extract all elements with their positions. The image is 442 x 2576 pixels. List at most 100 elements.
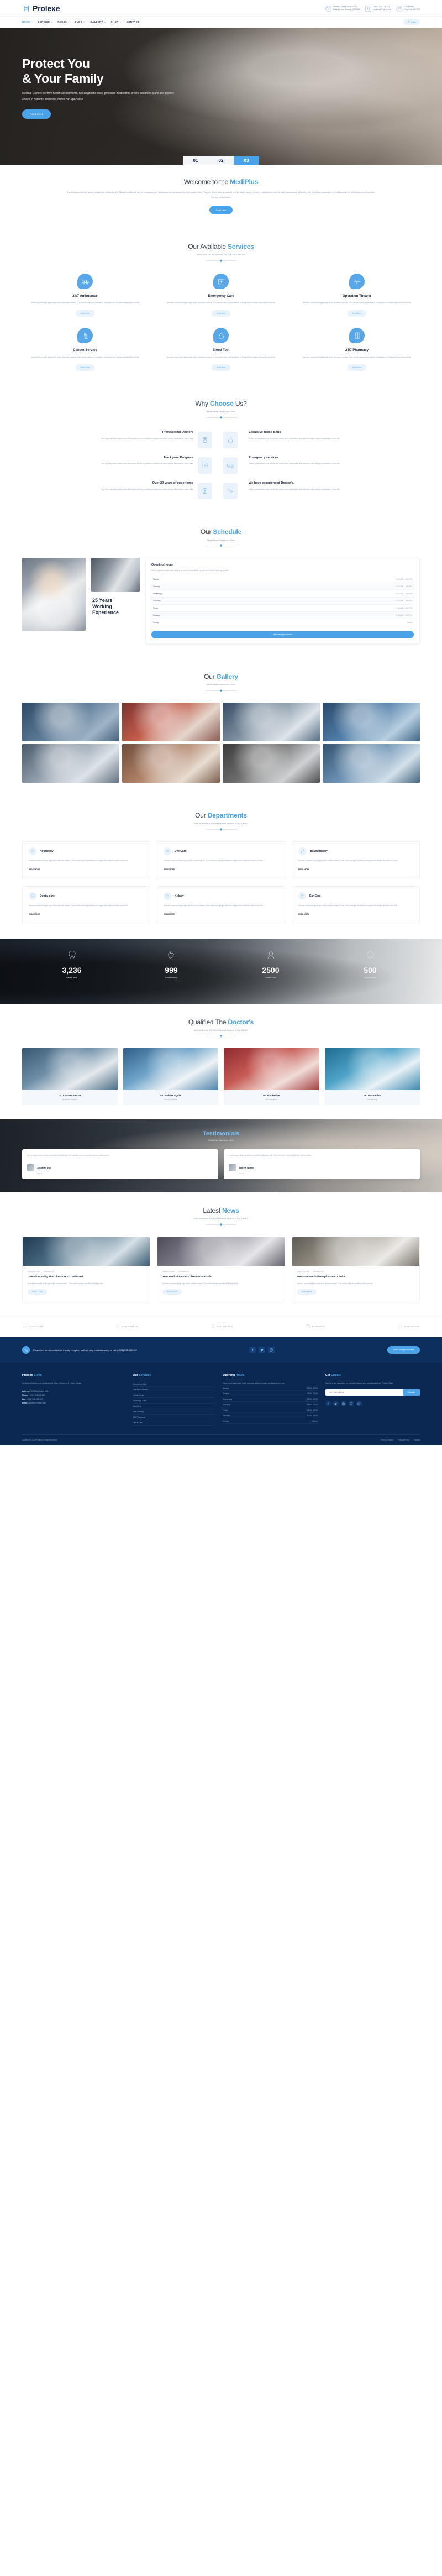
department-card[interactable]: Neurology Aenean commodo ligula eget dol… (22, 841, 150, 879)
department-read-more[interactable]: READ MORE (164, 913, 175, 915)
list-item[interactable]: Cardiology Care (133, 1398, 215, 1404)
brand-logo[interactable]: Prolexe (22, 4, 60, 13)
department-read-more[interactable]: READ MORE (29, 913, 40, 915)
youtube-icon[interactable] (356, 1401, 362, 1407)
department-card[interactable]: Eye Care Aenean commodo ligula eget dolo… (157, 841, 285, 879)
news-read-more[interactable]: READ MORE (297, 1289, 317, 1295)
doctors-subtitle: Who Is Behind The Best Medical Service I… (194, 1028, 248, 1032)
brand-logo-item[interactable]: SIDE HOUSE (397, 1324, 420, 1329)
doctor-photo (123, 1048, 218, 1090)
service-read-more-button[interactable]: Read More (347, 310, 367, 317)
footer-update-title: Get Update (325, 1374, 341, 1378)
gallery-image[interactable] (22, 744, 120, 783)
gallery-image[interactable] (222, 702, 320, 741)
counter-value: 3,236 (62, 965, 82, 975)
hero-slide-02[interactable]: 02 (208, 156, 234, 165)
top-info-phone[interactable]: (+001) 321-125-152 contact@Prolexe.com (365, 5, 391, 12)
login-button[interactable]: Login (403, 19, 420, 25)
service-read-more-button[interactable]: Read More (211, 364, 231, 371)
doctor-card[interactable]: Dr. Mackenize Neurosurgeon (224, 1048, 319, 1105)
hero-read-more-button[interactable]: Read More (22, 109, 51, 119)
facebook-icon[interactable] (249, 1347, 256, 1354)
cookies-link[interactable]: Cookies (413, 1439, 420, 1441)
news-read-more[interactable]: READ MORE (28, 1289, 48, 1295)
twitter-icon[interactable] (333, 1401, 339, 1407)
brand-name: Prolexe (33, 4, 60, 13)
clock-icon (325, 5, 332, 12)
testimonial-name: Andrew Wilson (239, 1166, 254, 1169)
nav-item-service[interactable]: SERVICE (38, 20, 52, 23)
nav-item-blog[interactable]: BLOG (75, 20, 85, 23)
nav-item-gallery[interactable]: GALLERY (90, 20, 106, 23)
copyright-text: Copyright © 2020 Prolexe. All rights res… (22, 1439, 58, 1442)
service-read-more-button[interactable]: Read More (211, 310, 231, 317)
table-row: Monday 08:00 - 17:00 (223, 1385, 318, 1391)
hero-slide-01[interactable]: 01 (183, 156, 208, 165)
services-subtitle: What Kind Ok The Service You Can Grt Fro… (197, 253, 245, 256)
news-card[interactable]: August 18, 2020 Comments (5) Your Medica… (157, 1236, 285, 1302)
service-read-more-button[interactable]: Read More (347, 364, 367, 371)
department-card[interactable]: Traumatology Aenean commodo ligula eget … (292, 841, 420, 879)
list-item[interactable]: Free Checkup (133, 1409, 215, 1415)
gallery-image[interactable] (322, 702, 420, 741)
cta-appointment-button[interactable]: Make an Appointment (387, 1346, 420, 1354)
department-desc: Aenean commodo ligula eget dolor. Aenean… (29, 904, 129, 907)
hero-slide-03[interactable]: 03 (234, 156, 259, 165)
counter-value: 500 (364, 965, 377, 975)
department-card[interactable]: Dental care Aenean commodo ligula eget d… (22, 886, 150, 924)
department-read-more[interactable]: READ MORE (298, 868, 309, 871)
twitter-icon[interactable] (259, 1347, 266, 1354)
why-feature-desc: Sed ut perspiciatis unde omnis iste natu… (249, 488, 341, 490)
gallery-image[interactable] (22, 702, 120, 741)
gallery-image[interactable] (122, 702, 220, 741)
privacy-link[interactable]: Privacy Policy (398, 1439, 409, 1441)
gallery-image[interactable] (122, 744, 220, 783)
nav-item-pages[interactable]: PAGES (57, 20, 70, 23)
department-card[interactable]: Ear Care Aenean commodo ligula eget dolo… (292, 886, 420, 924)
brand-logo-item[interactable]: ANONIS SEO (211, 1324, 233, 1329)
list-item[interactable]: Operation Theater (133, 1387, 215, 1393)
doctor-card[interactable]: Dr. Andrew Barton Assistant Surgeon (22, 1048, 118, 1105)
make-appointment-button[interactable]: Make an Appointment (151, 630, 414, 638)
footer-hours-table: Monday 08:00 - 17:00 Tuesday 08:00 - 17:00… (223, 1385, 318, 1425)
instagram-icon[interactable] (268, 1347, 275, 1354)
department-card[interactable]: Kidney Aenean commodo ligula eget dolor.… (157, 886, 285, 924)
section-divider-icon (206, 1034, 236, 1038)
service-read-more-button[interactable]: Read More (75, 310, 95, 317)
testimonials-title: Testimonials (202, 1130, 240, 1137)
instagram-icon[interactable] (340, 1401, 346, 1407)
why-feature-title: Over 20 years of experience (152, 481, 193, 485)
list-item[interactable]: Dental Care (133, 1420, 215, 1426)
department-desc: Aenean commodo ligula eget dolor. Aenean… (298, 859, 398, 862)
facebook-icon[interactable] (325, 1401, 331, 1407)
list-item[interactable]: Pediatric Care (133, 1392, 215, 1399)
newsletter-email-input[interactable] (325, 1389, 403, 1396)
news-comments: Comments (5) (178, 1270, 189, 1273)
list-item[interactable]: 24/7 Pharmacy (133, 1415, 215, 1421)
brand-logo-item[interactable]: LABOCARE (22, 1324, 43, 1329)
department-read-more[interactable]: READ MORE (164, 868, 175, 871)
newsletter-subscribe-button[interactable]: Subscribe (403, 1389, 420, 1396)
list-item[interactable]: Blood Test (133, 1404, 215, 1410)
doctor-card[interactable]: Dr. Mahfuk Agale Heart Specialist (123, 1048, 218, 1105)
news-card[interactable]: August 18, 2020 Comments (5) One Abnorma… (22, 1236, 150, 1302)
welcome-read-more-button[interactable]: Read More (209, 206, 233, 214)
department-read-more[interactable]: READ MORE (298, 913, 309, 915)
brand-logo-item[interactable]: SPA HEALTH (115, 1324, 138, 1329)
nav-item-contact[interactable]: CONTACT (127, 20, 140, 23)
news-read-more[interactable]: READ MORE (162, 1289, 182, 1295)
linkedin-icon[interactable] (348, 1401, 354, 1407)
gallery-image[interactable] (222, 744, 320, 783)
department-read-more[interactable]: READ MORE (29, 868, 40, 871)
nav-item-home[interactable]: HOME (22, 20, 33, 23)
service-title: 24/7 Pharmacy (345, 349, 369, 353)
list-item[interactable]: Emergency Care (133, 1381, 215, 1388)
service-read-more-button[interactable]: Read More (75, 364, 95, 371)
nav-item-shop[interactable]: SHOP (111, 20, 121, 23)
terms-link[interactable]: Terms of Service (381, 1439, 394, 1441)
brand-logo-item[interactable]: BUSINESS (306, 1324, 325, 1329)
doctor-card[interactable]: Dr. Mackenize Dermatology (324, 1048, 420, 1105)
gallery-image[interactable] (322, 744, 420, 783)
table-row: Wednesday 8:00 AM — 5:00 PM (151, 590, 414, 598)
news-card[interactable]: August 18, 2020 Comments (5) Best USA Me… (292, 1236, 420, 1302)
